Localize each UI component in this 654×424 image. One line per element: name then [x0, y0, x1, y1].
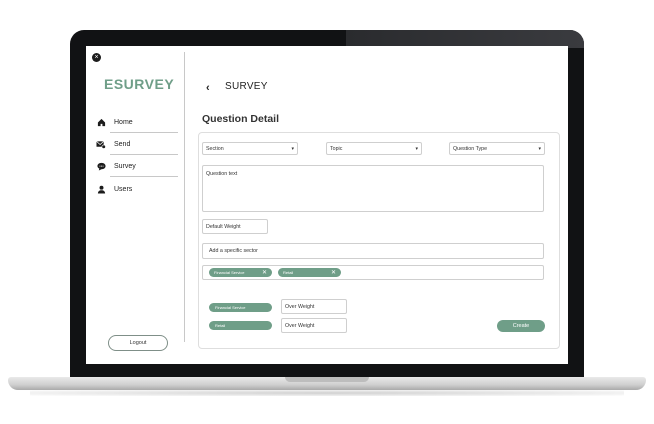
section-select[interactable]: Section ▾ [202, 142, 298, 155]
send-mail-icon [96, 139, 106, 149]
brand-logo: ESURVEY [104, 76, 175, 92]
nav-divider [110, 154, 178, 155]
nav-divider [110, 132, 178, 133]
weight-sector-pill: Financial Service [209, 303, 272, 312]
sector-chip[interactable]: Financial Service ✕ [209, 268, 272, 277]
page-title: SURVEY [225, 81, 268, 92]
nav-divider [110, 176, 178, 177]
user-icon [96, 184, 106, 194]
close-icon[interactable]: × [92, 53, 101, 62]
sector-input[interactable]: Add a specific sector [202, 243, 544, 259]
app-screen: × ESURVEY Home Send Survey Users Logout … [86, 46, 568, 364]
laptop-shadow [30, 390, 624, 396]
section-select-value: Section [206, 145, 224, 152]
back-chevron-icon[interactable]: ‹ [206, 82, 210, 94]
default-weight-placeholder: Default Weight [206, 223, 241, 230]
chevron-down-icon: ▾ [291, 145, 294, 152]
sector-input-placeholder: Add a specific sector [209, 248, 258, 254]
chevron-down-icon: ▾ [538, 145, 541, 152]
question-text-placeholder: Question text [206, 171, 238, 177]
sidebar-item-label: Users [114, 185, 133, 193]
section-title: Question Detail [202, 113, 280, 125]
sidebar-item-label: Send [114, 140, 131, 148]
chat-bubble-icon [96, 161, 106, 171]
sidebar-item-home[interactable]: Home [96, 112, 178, 132]
weight-value-input[interactable]: Over Weight [281, 318, 347, 333]
question-type-select-value: Question Type [453, 145, 488, 152]
home-icon [96, 117, 106, 127]
weight-value-input[interactable]: Over Weight [281, 299, 347, 314]
chevron-down-icon: ▾ [415, 145, 418, 152]
laptop-notch [285, 377, 369, 382]
sector-chip-label: Financial Service [214, 270, 245, 275]
weight-value: Over Weight [285, 303, 315, 310]
weight-value: Over Weight [285, 322, 315, 329]
question-text-input[interactable]: Question text [202, 165, 544, 212]
sidebar-item-label: Survey [114, 162, 136, 170]
sector-chip-label: Retail [283, 270, 294, 275]
topic-select[interactable]: Topic ▾ [326, 142, 422, 155]
question-type-select[interactable]: Question Type ▾ [449, 142, 545, 155]
create-button[interactable]: Create [497, 320, 545, 332]
close-icon[interactable]: ✕ [331, 270, 336, 276]
default-weight-input[interactable]: Default Weight [202, 219, 268, 234]
weight-sector-pill: Retail [209, 321, 272, 330]
sidebar-item-survey[interactable]: Survey [96, 156, 178, 176]
topic-select-value: Topic [330, 145, 343, 152]
sidebar-item-users[interactable]: Users [96, 179, 178, 199]
sidebar-divider [184, 52, 185, 342]
sidebar-item-send[interactable]: Send [96, 134, 178, 154]
close-icon[interactable]: ✕ [262, 270, 267, 276]
sidebar-item-label: Home [114, 118, 133, 126]
sector-chip[interactable]: Retail ✕ [278, 268, 341, 277]
logout-button[interactable]: Logout [108, 335, 168, 351]
